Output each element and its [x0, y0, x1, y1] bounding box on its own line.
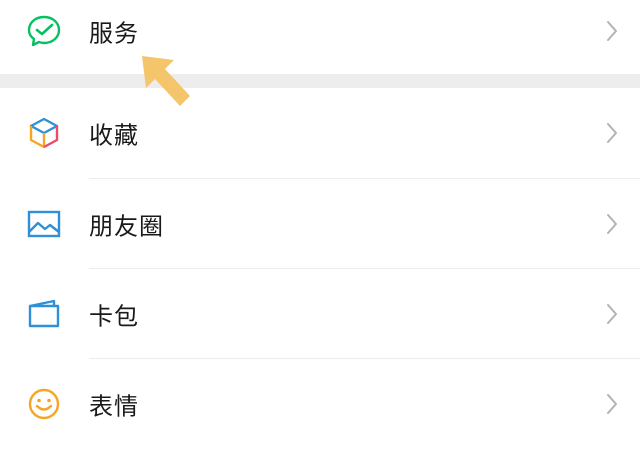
section-gap [0, 74, 640, 88]
annotation-arrow-icon [138, 52, 196, 112]
smiley-sticker-icon [26, 386, 62, 422]
menu-item-label: 服务 [89, 19, 139, 48]
menu-item-moments[interactable]: 朋友圈 [0, 179, 640, 269]
chevron-right-icon [606, 393, 618, 415]
menu-item-label: 朋友圈 [89, 212, 164, 241]
picture-moments-icon [26, 206, 62, 242]
menu-item-stickers[interactable]: 表情 [0, 359, 640, 449]
chevron-right-icon [606, 122, 618, 144]
card-wallet-icon [26, 296, 62, 332]
menu-item-label: 收藏 [89, 121, 139, 150]
wechat-pay-check-icon [26, 13, 62, 49]
cube-favorites-icon [26, 115, 62, 151]
menu-item-label: 表情 [89, 392, 139, 421]
menu-item-services[interactable]: 服务 [0, 0, 640, 76]
chevron-right-icon [606, 213, 618, 235]
chevron-right-icon [606, 303, 618, 325]
menu-item-favorites[interactable]: 收藏 [0, 88, 640, 178]
menu-item-label: 卡包 [89, 302, 139, 331]
chevron-right-icon [606, 20, 618, 42]
menu-item-card-wallet[interactable]: 卡包 [0, 269, 640, 359]
